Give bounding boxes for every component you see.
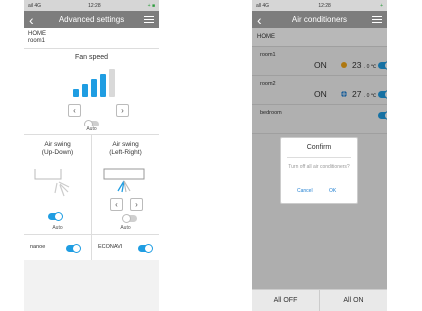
page-title: Advanced settings xyxy=(58,15,125,24)
dialog-title: Confirm xyxy=(306,144,332,151)
swing-ud-auto-label: Auto xyxy=(52,225,63,231)
fan-speed-bar[interactable] xyxy=(100,74,106,97)
swing-lr-right-button[interactable]: › xyxy=(130,198,143,211)
nav-bar: ‹ Advanced settings xyxy=(24,11,159,28)
swing-lr-left-button[interactable]: ‹ xyxy=(110,198,123,211)
swing-ud-title: Air swing xyxy=(44,141,71,148)
cancel-button[interactable]: Cancel xyxy=(297,188,313,194)
dialog-divider xyxy=(287,157,351,158)
swing-lr-subtitle: (Left-Right) xyxy=(109,149,142,156)
status-bar: all 4G 12:28 + xyxy=(252,0,387,11)
feature-toggles: nanoe ECONAVI xyxy=(24,234,159,260)
home-label: HOME xyxy=(28,31,46,37)
econavi-toggle[interactable] xyxy=(138,244,153,253)
swing-up-down: Air swing (Up-Down) Auto xyxy=(24,135,91,234)
clock: 12:28 xyxy=(88,2,101,9)
all-off-button[interactable]: All OFF xyxy=(252,290,319,311)
room-label: room1 xyxy=(28,38,46,44)
fan-speed-bar[interactable] xyxy=(73,89,79,97)
back-icon[interactable]: ‹ xyxy=(257,13,267,27)
econavi-row: ECONAVI xyxy=(91,235,159,260)
confirm-dialog: Confirm Turn off all air conditioners? C… xyxy=(280,137,358,204)
location-header: HOME room1 xyxy=(24,28,159,48)
air-conditioners-screen: all 4G 12:28 + ‹ Air conditioners HOME r… xyxy=(252,0,387,311)
menu-icon[interactable] xyxy=(372,15,382,24)
battery-icon: + ■ xyxy=(147,2,155,9)
back-icon[interactable]: ‹ xyxy=(29,13,39,27)
nanoe-label: nanoe xyxy=(30,244,46,250)
air-swing-section: Air swing (Up-Down) Auto Air swing (Left… xyxy=(24,134,159,234)
fan-decrease-button[interactable]: ‹ xyxy=(68,104,81,117)
swing-lr-diagram-icon xyxy=(103,168,145,193)
nav-bar: ‹ Air conditioners xyxy=(252,11,387,28)
swing-lr-auto-toggle[interactable] xyxy=(122,214,137,223)
fan-speed-bar[interactable] xyxy=(109,69,115,97)
ok-button[interactable]: OK xyxy=(329,188,336,194)
swing-ud-diagram-icon xyxy=(34,169,70,197)
fan-speed-bar[interactable] xyxy=(82,84,88,97)
menu-icon[interactable] xyxy=(144,15,154,24)
status-bar: ail 4G 12:28 + ■ xyxy=(24,0,159,11)
swing-left-right: Air swing (Left-Right) ‹ › Auto xyxy=(91,135,159,234)
nanoe-toggle[interactable] xyxy=(66,244,81,253)
signal-indicator: ail 4G xyxy=(28,2,42,9)
page-title: Air conditioners xyxy=(291,15,348,24)
advanced-settings-screen: ail 4G 12:28 + ■ ‹ Advanced settings HOM… xyxy=(24,0,159,311)
dialog-message: Turn off all air conditioners? xyxy=(288,164,350,170)
swing-ud-subtitle: (Up-Down) xyxy=(41,149,74,156)
clock: 12:28 xyxy=(318,2,331,9)
nanoe-row: nanoe xyxy=(24,235,91,260)
swing-ud-auto-toggle[interactable] xyxy=(48,212,63,221)
swing-lr-title: Air swing xyxy=(112,141,139,148)
all-on-button[interactable]: All ON xyxy=(319,290,387,311)
econavi-label: ECONAVI xyxy=(98,244,123,250)
fan-speed-bar[interactable] xyxy=(91,79,97,97)
swing-lr-auto-label: Auto xyxy=(120,225,131,231)
fan-speed-title: Fan speed xyxy=(74,54,109,61)
footer-bar: All OFF All ON xyxy=(252,289,387,311)
fan-speed-bars xyxy=(73,69,129,97)
battery-icon: + xyxy=(380,2,383,9)
signal-indicator: all 4G xyxy=(256,2,270,9)
fan-increase-button[interactable]: › xyxy=(116,104,129,117)
fan-auto-label: Auto xyxy=(86,126,97,132)
fan-speed-section: Fan speed ‹ › xyxy=(24,48,159,129)
